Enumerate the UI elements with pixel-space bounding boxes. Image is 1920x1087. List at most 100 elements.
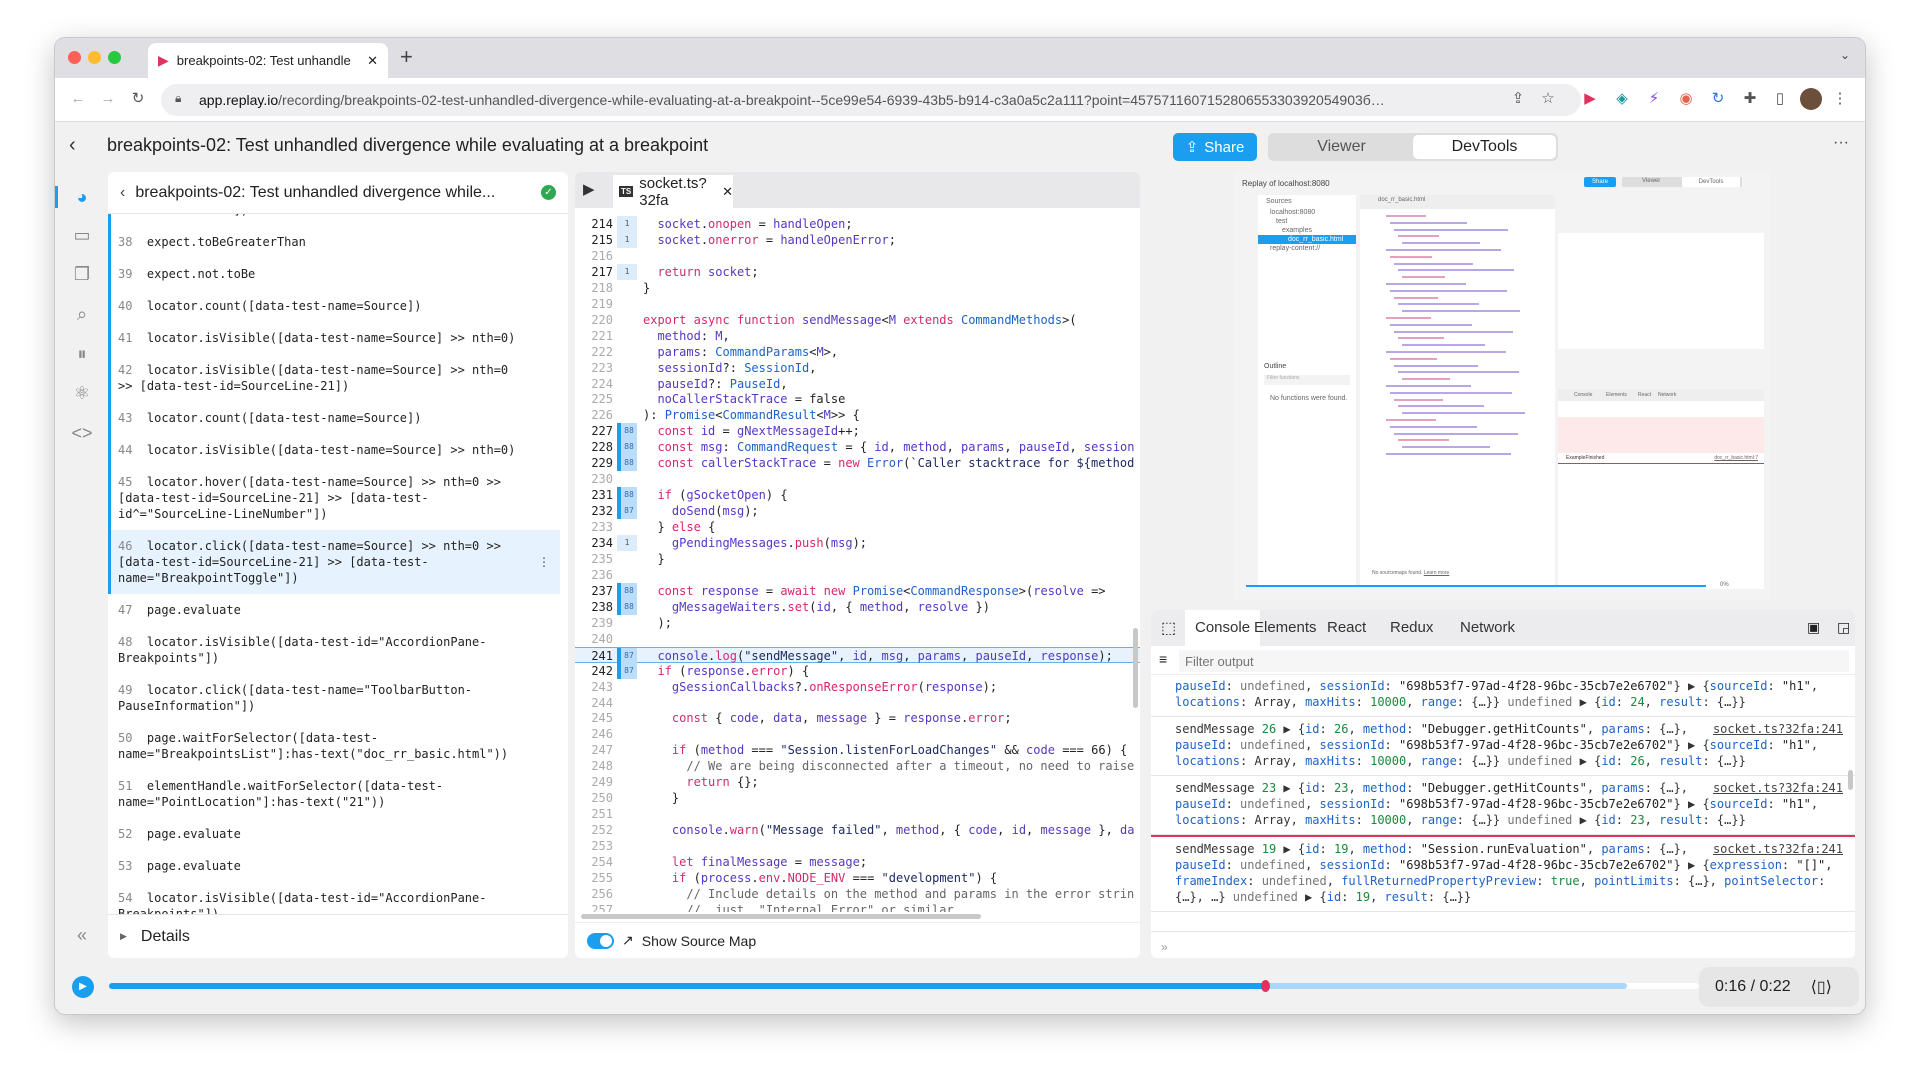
code-line[interactable]: 215 1 socket.onerror = handleOpenError; xyxy=(575,231,1140,248)
test-step[interactable]: 44 locator.isVisible([data-test-name=Sou… xyxy=(108,434,560,466)
line-number[interactable]: 248 xyxy=(575,758,613,774)
line-number[interactable]: 239 xyxy=(575,615,613,631)
console-source-link[interactable]: socket.ts?32fa:241 xyxy=(1713,721,1843,737)
line-number[interactable]: 243 xyxy=(575,679,613,695)
code-line[interactable]: 249 return {}; xyxy=(575,774,1140,790)
react-icon[interactable]: ⚛︎ xyxy=(71,382,93,404)
reload-icon[interactable]: ↻ xyxy=(129,90,147,108)
fullscreen-icon[interactable]: ⟨▯⟩ xyxy=(1811,977,1832,997)
back-icon[interactable]: ← xyxy=(69,90,87,108)
code-line[interactable]: 247 if (method === "Session.listenForLoa… xyxy=(575,742,1140,758)
video-off-icon[interactable]: ▣ xyxy=(1807,619,1820,636)
line-number[interactable]: 236 xyxy=(575,567,613,583)
devtools-mode-button[interactable]: DevTools xyxy=(1413,135,1556,159)
line-number[interactable]: 253 xyxy=(575,838,613,854)
details-section-toggle[interactable]: ▶ Details xyxy=(108,914,568,958)
line-number[interactable]: 242 xyxy=(575,663,613,679)
line-number[interactable]: 234 xyxy=(575,535,613,551)
code-line[interactable]: 216 xyxy=(575,248,1140,264)
search-icon[interactable]: ⌕ xyxy=(71,303,93,325)
timeline-scrubber[interactable] xyxy=(109,980,1699,992)
code-line[interactable]: 222 params: CommandParams<M>, xyxy=(575,344,1140,360)
line-number[interactable]: 241 xyxy=(575,648,613,664)
extension-arrow-icon[interactable]: ↻ xyxy=(1709,90,1727,108)
editor-horizontal-scrollbar[interactable] xyxy=(581,914,981,919)
test-step[interactable]: 54 locator.isVisible([data-test-id="Acco… xyxy=(108,882,560,914)
console-message[interactable]: sendMessage 19 ▶ {id: 19, method: "Sessi… xyxy=(1151,835,1855,912)
test-step[interactable]: 48 locator.isVisible([data-test-id="Acco… xyxy=(108,626,560,674)
code-line[interactable]: 218} xyxy=(575,280,1140,296)
code-line[interactable]: 243 gSessionCallbacks?.onResponseError(r… xyxy=(575,679,1140,695)
test-step[interactable]: 42 locator.isVisible([data-test-name=Sou… xyxy=(108,354,560,402)
step-menu-icon[interactable]: ⋮ xyxy=(538,554,550,570)
code-line[interactable]: 214 1 socket.onopen = handleOpen; xyxy=(575,216,1140,232)
code-line[interactable]: 221 method: M, xyxy=(575,328,1140,344)
code-line[interactable]: 224 pauseId?: PauseId, xyxy=(575,376,1140,392)
code-icon[interactable]: <> xyxy=(71,422,93,444)
code-line[interactable]: 238 88 gMessageWaiters.set(id, { method, … xyxy=(575,598,1140,615)
side-panel-icon[interactable]: ▯ xyxy=(1771,90,1789,108)
element-picker-icon[interactable]: ⬚ xyxy=(1161,618,1176,638)
line-number[interactable]: 232 xyxy=(575,503,613,519)
browser-menu-icon[interactable]: ⋮ xyxy=(1831,90,1849,108)
code-line[interactable]: 253 xyxy=(575,838,1140,854)
tab-elements[interactable]: Elements xyxy=(1244,610,1327,646)
share-button[interactable]: ⇪ Share xyxy=(1173,133,1257,161)
viewer-mode-button[interactable]: Viewer xyxy=(1270,135,1413,159)
console-menu-icon[interactable]: ≡ xyxy=(1159,651,1167,667)
code-line[interactable]: 251 xyxy=(575,806,1140,822)
code-line[interactable]: 246 xyxy=(575,726,1140,742)
tab-redux[interactable]: Redux xyxy=(1380,610,1443,646)
console-message[interactable]: pauseId: undefined, sessionId: "698b53f7… xyxy=(1151,676,1855,717)
minimize-window-button[interactable] xyxy=(88,51,101,64)
code-line[interactable]: 244 xyxy=(575,695,1140,711)
code-line[interactable]: 217 1 return socket; xyxy=(575,263,1140,280)
code-line[interactable]: 256 // Include details on the method and… xyxy=(575,886,1140,902)
bookmark-star-icon[interactable]: ☆ xyxy=(1539,90,1557,108)
test-runner-icon[interactable]: ◕ xyxy=(71,186,93,208)
line-number[interactable]: 215 xyxy=(575,232,613,248)
test-step[interactable]: 53 page.evaluate xyxy=(108,850,560,882)
code-line[interactable]: 237 88 const response = await new Promise… xyxy=(575,582,1140,599)
extension-icon[interactable]: ◈ xyxy=(1613,90,1631,108)
extension-color-icon[interactable]: ◉ xyxy=(1677,90,1695,108)
console-scrollbar[interactable] xyxy=(1848,770,1853,790)
code-line[interactable]: 245 const { code, data, message } = resp… xyxy=(575,710,1140,726)
test-step[interactable]: 45 locator.hover([data-test-name=Source]… xyxy=(108,466,560,530)
line-number[interactable]: 219 xyxy=(575,296,613,312)
back-chevron-icon[interactable]: ‹ xyxy=(120,184,125,202)
console-source-link[interactable]: socket.ts?32fa:241 xyxy=(1713,841,1843,857)
code-line[interactable]: 232 87 doSend(msg); xyxy=(575,503,1140,520)
test-step[interactable]: 40 locator.count([data-test-name=Source]… xyxy=(108,290,560,322)
line-number[interactable]: 223 xyxy=(575,360,613,376)
code-line[interactable]: 241 87 console.log("sendMessage", id, msg… xyxy=(575,646,1140,664)
source-map-toggle[interactable] xyxy=(587,932,614,949)
line-number[interactable]: 245 xyxy=(575,710,613,726)
console-prompt[interactable]: » xyxy=(1161,940,1168,954)
code-line[interactable]: 220 export async function sendMessage<M e… xyxy=(575,312,1140,328)
code-line[interactable]: 233 } else { xyxy=(575,519,1140,535)
test-step[interactable]: 39 expect.not.toBe xyxy=(108,258,560,290)
extension-bolt-icon[interactable]: ⚡︎ xyxy=(1645,90,1663,108)
test-step-partial[interactable]: id^="SourceLine"]) xyxy=(108,214,560,226)
code-line[interactable]: 252 console.warn("Message failed", metho… xyxy=(575,822,1140,838)
more-options-icon[interactable]: ··· xyxy=(1833,134,1849,152)
code-line[interactable]: 231 88 if (gSocketOpen) { xyxy=(575,487,1140,504)
code-line[interactable]: 242 87 if (response.error) { xyxy=(575,662,1140,679)
line-number[interactable]: 228 xyxy=(575,439,613,455)
playhead-marker[interactable] xyxy=(1260,980,1270,992)
code-line[interactable]: 223 sessionId?: SessionId, xyxy=(575,360,1140,376)
line-number[interactable]: 254 xyxy=(575,854,613,870)
replay-extension-icon[interactable]: ▶ xyxy=(1581,90,1599,108)
toggle-sources-icon[interactable]: ▶︎ xyxy=(583,180,595,198)
code-line[interactable]: 248 // We are being disconnected after a… xyxy=(575,758,1140,774)
code-line[interactable]: 226): Promise<CommandResult<M>> { xyxy=(575,407,1140,423)
code-line[interactable]: 250 } xyxy=(575,790,1140,806)
line-number[interactable]: 225 xyxy=(575,391,613,407)
line-number[interactable]: 246 xyxy=(575,726,613,742)
test-step[interactable]: 52 page.evaluate xyxy=(108,818,560,850)
comments-icon[interactable]: ▭ xyxy=(71,224,93,246)
new-tab-button[interactable]: + xyxy=(400,44,413,70)
browser-tab[interactable]: ▶ breakpoints-02: Test unhandle ✕ xyxy=(148,43,388,78)
code-line[interactable]: 225 noCallerStackTrace = false xyxy=(575,391,1140,407)
